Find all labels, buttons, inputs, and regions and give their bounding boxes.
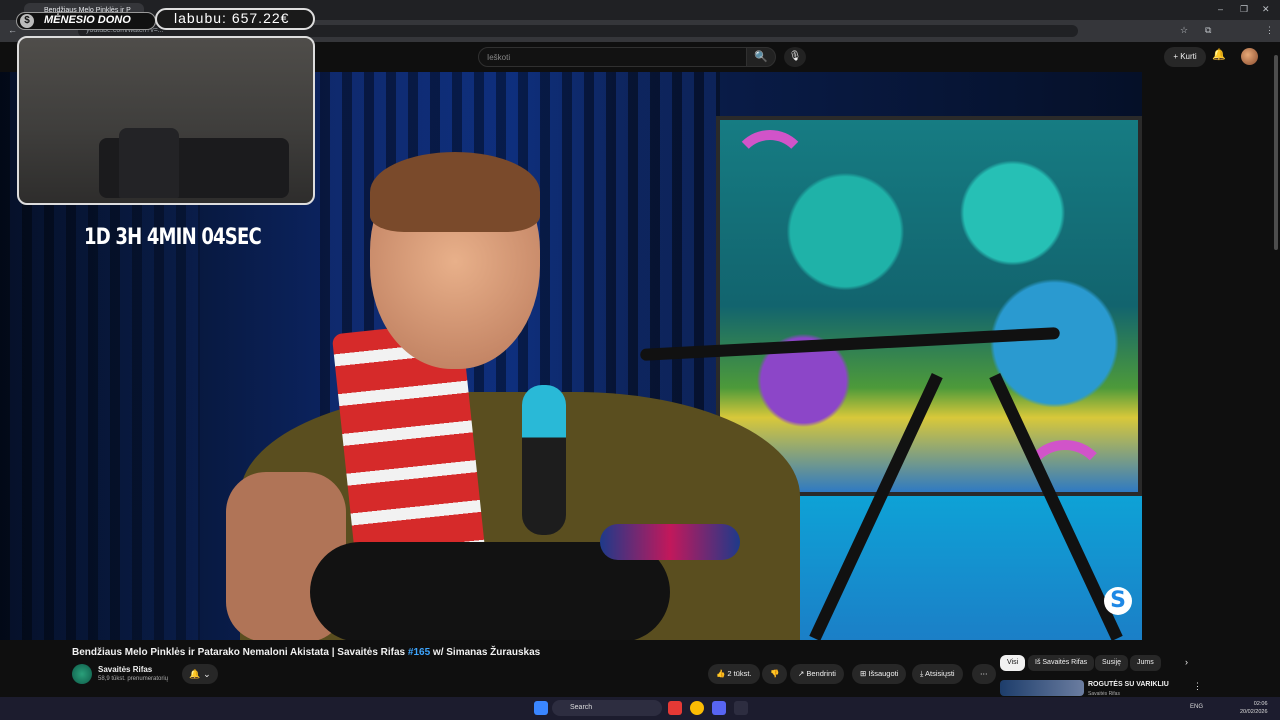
app-icon[interactable] [734, 701, 748, 715]
recommendation-title[interactable]: ROGUTĖS SU VARIKLIU [1088, 681, 1169, 688]
microphone [522, 385, 566, 535]
mic-icon: 🎙 [788, 51, 802, 62]
avatar[interactable] [1241, 48, 1258, 65]
hashtag-link[interactable]: #165 [408, 647, 430, 658]
more-actions-button[interactable]: ⋯ [972, 664, 996, 684]
clock-time: 02:06 [1253, 701, 1268, 707]
webcam-overlay [17, 36, 315, 205]
chip-all[interactable]: Visi [1000, 655, 1026, 671]
dislike-button[interactable]: 👎 [762, 664, 788, 684]
donate-label: MĖNESIO DONO [44, 14, 131, 26]
host-hair [370, 152, 540, 232]
language-indicator[interactable]: ENG [1190, 704, 1203, 710]
chrome-icon[interactable] [690, 701, 704, 715]
video-title-post: w/ Simanas Žurauskas [430, 647, 541, 658]
search-icon: 🔍 [754, 51, 768, 63]
notifications-icon[interactable]: 🔔 [1212, 48, 1226, 61]
taskbar-search[interactable]: Search [552, 700, 662, 716]
video-title: Bendžiaus Melo Pinklės ir Patarako Nemal… [72, 647, 540, 658]
chrome-menu-icon[interactable]: ⋮ [1265, 25, 1274, 36]
app-icon[interactable] [668, 701, 682, 715]
chip-from-channel[interactable]: Iš Savaitės Rifas [1028, 655, 1095, 671]
create-button[interactable]: + Kurti [1164, 47, 1206, 67]
scrollbar-thumb[interactable] [1274, 55, 1278, 250]
search-button[interactable]: 🔍 [746, 47, 776, 67]
bookmark-icon[interactable]: ☆ [1180, 25, 1188, 36]
channel-avatar[interactable] [72, 664, 92, 684]
tentacle-decoration [730, 130, 810, 210]
like-button[interactable]: 👍 2 tūkst. [708, 664, 760, 684]
chip-for-you[interactable]: Jums [1130, 655, 1161, 671]
channel-name[interactable]: Savaitės Rifas [98, 665, 152, 674]
back-icon[interactable]: ← [8, 25, 17, 35]
download-button[interactable]: ⤓ Atsisiųsti [912, 664, 963, 684]
windows-start-icon[interactable] [534, 701, 548, 715]
extensions-icon[interactable]: ⧉ [1205, 25, 1211, 36]
price-label: labubu: 657.22€ [174, 10, 290, 26]
webcam-chair [119, 128, 179, 198]
bell-icon: 🔔 [189, 669, 201, 679]
chip-related[interactable]: Susiję [1095, 655, 1129, 671]
discord-icon[interactable] [712, 701, 726, 715]
chevron-right-icon[interactable]: › [1185, 657, 1188, 667]
create-label: Kurti [1180, 52, 1197, 61]
countdown-timer: 1D 3H 4MIN 04SEC [84, 225, 262, 250]
minimize-button[interactable]: – [1218, 4, 1223, 14]
dollar-coin-icon: $ [20, 14, 34, 28]
taskbar-clock[interactable]: 02:06 20/02/2026 [1240, 700, 1268, 716]
recommendation-menu-icon[interactable]: ⋮ [1193, 681, 1202, 692]
subscription-bell-button[interactable]: 🔔 ⌄ [182, 664, 218, 684]
maximize-button[interactable]: ❐ [1240, 4, 1248, 15]
sunglasses [600, 524, 740, 560]
search-input[interactable]: Ieškoti [478, 47, 750, 67]
channel-watermark-logo: S [1104, 587, 1132, 615]
voice-search-button[interactable]: 🎙 [784, 47, 806, 67]
clock-date: 20/02/2026 [1240, 709, 1268, 715]
mural-artwork [716, 116, 1142, 496]
share-button[interactable]: ↗ Bendrinti [790, 664, 844, 684]
close-window-button[interactable]: ✕ [1262, 4, 1270, 15]
video-title-pre: Bendžiaus Melo Pinklės ir Patarako Nemal… [72, 647, 408, 658]
recommendation-thumbnail[interactable] [1000, 680, 1084, 696]
channel-subscribers: 58,9 tūkst. prenumeratorių [98, 676, 169, 682]
save-button[interactable]: ⊞ Išsaugoti [852, 664, 907, 684]
